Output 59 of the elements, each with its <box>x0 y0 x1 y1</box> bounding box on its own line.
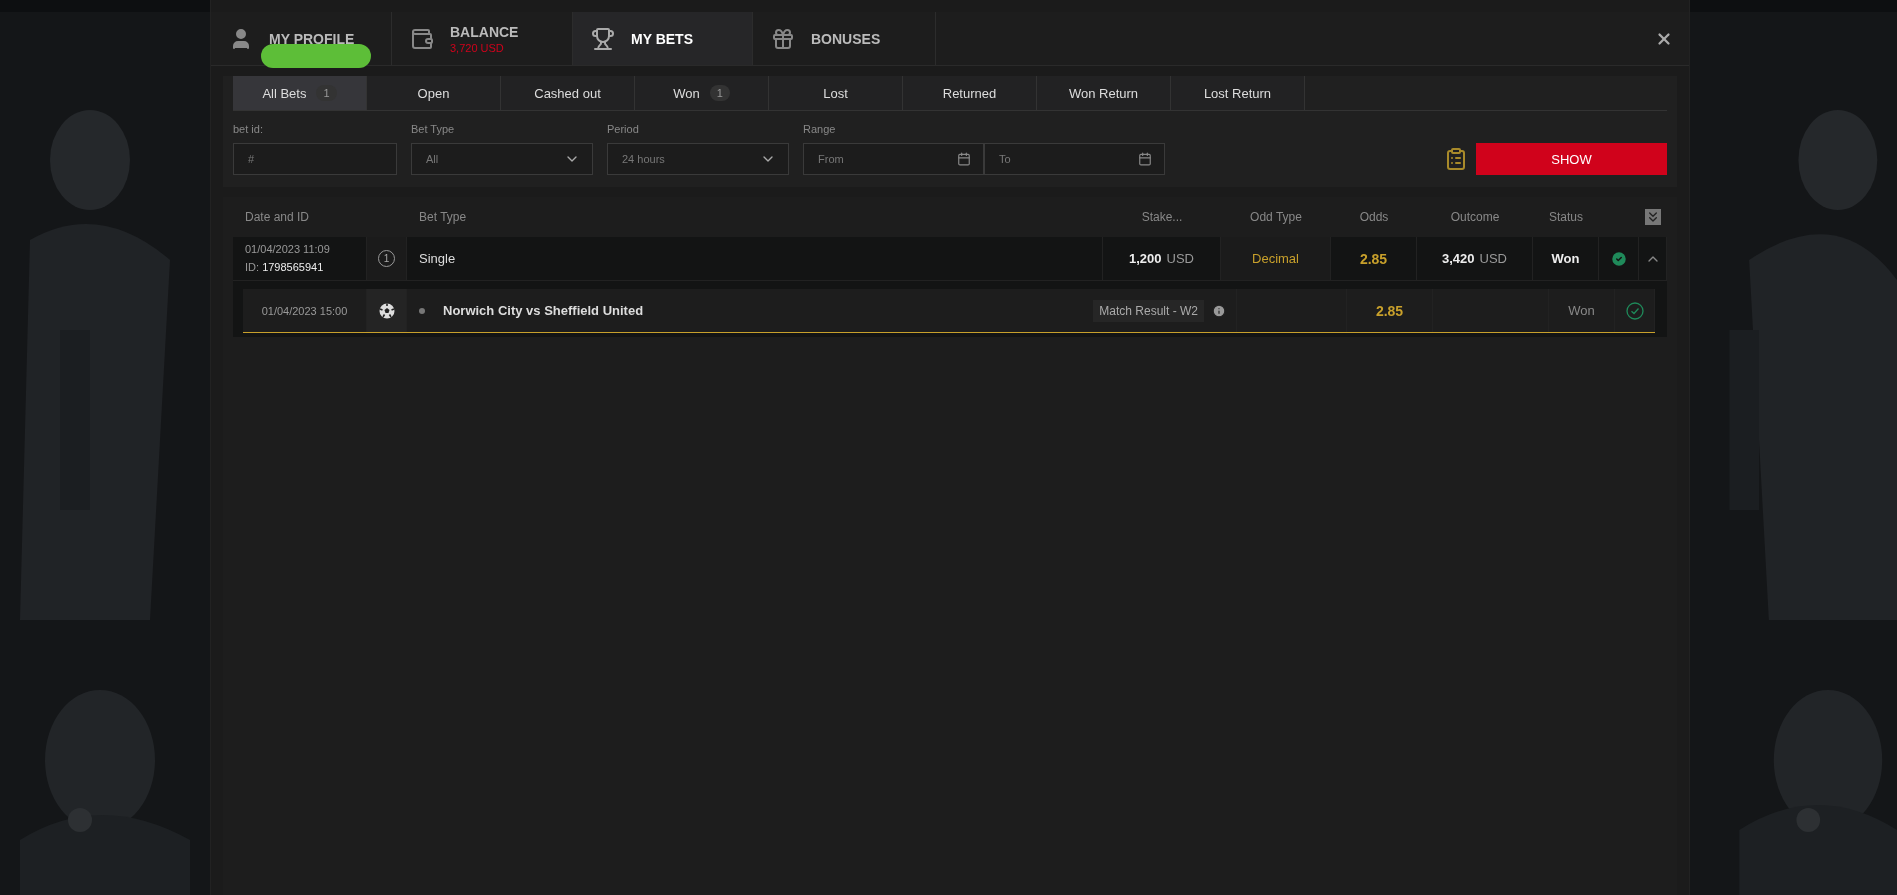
tab-label: MY BETS <box>631 30 693 47</box>
tab-label: Returned <box>942 85 997 101</box>
balance-amount: 3,720 USD <box>450 41 505 54</box>
match-name: Norwich City vs Sheffield United <box>443 303 644 318</box>
check-icon <box>1625 301 1644 320</box>
column-header: Bet Type <box>418 210 468 224</box>
field-label: Period <box>607 123 640 135</box>
wallet-icon <box>410 26 434 51</box>
event-date: 01/04/2023 15:00 <box>261 304 348 317</box>
column-header: Odd Type <box>1249 210 1303 224</box>
tab-label: Won Return <box>1068 85 1139 101</box>
select-field[interactable]: 24 hours <box>607 143 789 175</box>
column-header: Odds <box>1358 210 1390 224</box>
tab-label: BALANCE <box>450 23 519 40</box>
check-icon <box>1609 249 1628 268</box>
bet-status: Won <box>1551 251 1580 266</box>
odd-type: Decimal <box>1252 251 1299 266</box>
event-status: Won <box>1568 303 1595 318</box>
date-field[interactable]: From <box>803 143 984 175</box>
tab-label: BONUSES <box>811 30 881 47</box>
soccer-ball-icon <box>378 302 395 319</box>
tab-label: Won <box>673 85 700 101</box>
tab-label: MY PROFILE <box>269 30 355 47</box>
count-badge: 1 <box>709 85 730 101</box>
column-header: Status <box>1548 210 1584 224</box>
show-button[interactable]: SHOW <box>1476 143 1667 175</box>
clipboard-icon[interactable] <box>1444 147 1468 171</box>
field-label: Bet Type <box>411 123 456 135</box>
outcome: 3,420 USD <box>1442 251 1507 266</box>
input-field[interactable]: # <box>233 143 397 175</box>
column-header: Stake... <box>1140 210 1184 224</box>
expand-all-icon[interactable] <box>1645 209 1661 225</box>
gift-icon <box>771 26 795 51</box>
calendar-icon <box>957 152 971 166</box>
tab-label: All Bets <box>262 85 307 101</box>
column-header: Outcome <box>1449 210 1501 224</box>
market-label: Match Result - W2 <box>1093 299 1204 322</box>
date-field[interactable]: To <box>984 143 1165 175</box>
odds: 2.85 <box>1375 302 1404 319</box>
status-dot <box>419 307 425 314</box>
filter-tab[interactable]: All Bets 1 <box>233 76 367 110</box>
column-header: Date and ID <box>244 210 311 224</box>
tab-label: Lost Return <box>1203 85 1272 101</box>
field-label: bet id: <box>233 123 264 135</box>
top-tab[interactable]: MY BETS <box>573 12 753 65</box>
count-badge: 1 <box>316 85 337 101</box>
odds: 2.85 <box>1359 250 1388 267</box>
info-icon[interactable] <box>1212 303 1226 318</box>
bet-id: ID: 1798565941 <box>245 259 325 275</box>
bet-date: 01/04/2023 11:09 <box>245 242 331 255</box>
tab-label: Open <box>417 85 450 101</box>
select-field[interactable]: All <box>411 143 593 175</box>
calendar-icon <box>1138 152 1152 166</box>
stake: 1,200 USD <box>1129 251 1194 266</box>
field-label: Range <box>803 123 837 135</box>
trophy-icon <box>591 26 615 51</box>
tab-label: Cashed out <box>534 85 601 101</box>
bet-type: Single <box>419 251 456 266</box>
tab-label: Lost <box>823 85 848 101</box>
